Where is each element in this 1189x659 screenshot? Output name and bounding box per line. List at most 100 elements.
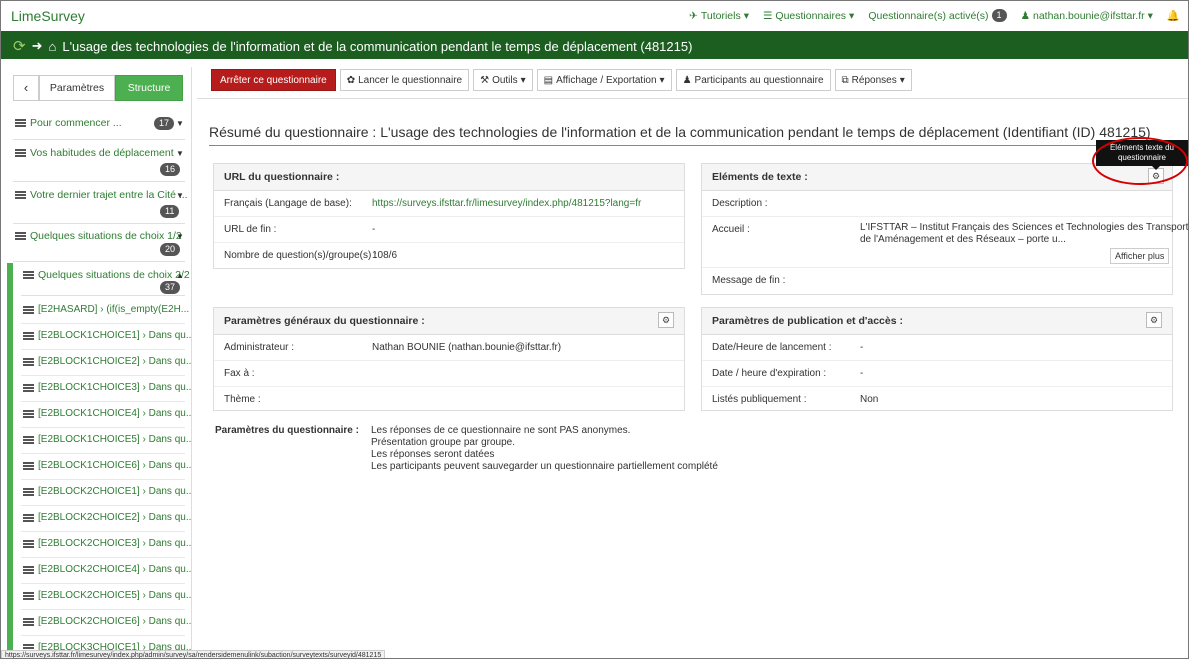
question-count-badge: 37 xyxy=(160,281,181,294)
row-key: Administrateur : xyxy=(224,342,295,353)
survey-toolbar: Arrêter ce questionnaire ✿ Lancer le ques… xyxy=(211,69,912,91)
drag-handle-icon[interactable] xyxy=(23,591,34,600)
question-label: [E2HASARD] › (if(is_empty(E2H... xyxy=(38,304,190,315)
question-group-item[interactable]: Quelques situations de choix 1/2 20 ▼ xyxy=(13,225,185,262)
drag-handle-icon[interactable] xyxy=(23,435,34,444)
question-item[interactable]: [E2BLOCK1CHOICE5] › Dans qu... xyxy=(21,427,191,454)
tools-dropdown[interactable]: ⚒ Outils ▾ xyxy=(473,69,533,91)
annotation-circle xyxy=(1092,137,1188,185)
caret-up-icon[interactable]: ▲ xyxy=(176,271,184,280)
drag-handle-icon[interactable] xyxy=(23,357,34,366)
caret-down-icon[interactable]: ▼ xyxy=(176,119,184,128)
active-surveys-badge: 1 xyxy=(991,9,1007,22)
panel-title: Paramètres généraux du questionnaire : xyxy=(224,315,425,327)
caret-down-icon[interactable]: ▼ xyxy=(176,232,184,241)
paper-plane-icon: ✈ xyxy=(689,9,698,22)
title-underline xyxy=(209,145,1171,146)
question-item[interactable]: [E2BLOCK1CHOICE3] › Dans qu... xyxy=(21,375,191,402)
user-icon: ♟ xyxy=(682,74,692,86)
question-label: [E2BLOCK1CHOICE6] › Dans qu... xyxy=(38,460,192,471)
url-row: Français (Langage de base): https://surve… xyxy=(214,191,684,217)
show-more-button[interactable]: Afficher plus xyxy=(1110,248,1170,264)
participants-button[interactable]: ♟ Participants au questionnaire xyxy=(675,69,831,91)
question-item[interactable]: [E2BLOCK2CHOICE2] › Dans qu... xyxy=(21,505,191,532)
responses-dropdown[interactable]: ⧉ Réponses ▾ xyxy=(834,69,912,91)
sidebar-tabs: ‹ Paramètres Structure xyxy=(13,75,183,101)
question-group-item[interactable]: Pour commencer ... 17 ▼ xyxy=(13,109,185,140)
toolbar-divider xyxy=(197,98,1188,99)
edit-publication-button[interactable]: ⚙ xyxy=(1146,312,1162,328)
question-item[interactable]: [E2BLOCK1CHOICE2] › Dans qu... xyxy=(21,349,191,376)
end-message-row: Message de fin : xyxy=(702,268,1172,293)
question-count-row: Nombre de question(s)/groupe(s) :108/6 xyxy=(214,243,684,268)
tutorials-menu[interactable]: ✈ Tutoriels ▾ xyxy=(689,9,749,22)
expiry-date-row: Date / heure d'expiration : - xyxy=(702,361,1172,387)
drag-handle-icon[interactable] xyxy=(23,539,34,548)
drag-handle-icon[interactable] xyxy=(23,513,34,522)
tab-settings[interactable]: Paramètres xyxy=(39,75,115,101)
survey-url-link[interactable]: https://surveys.ifsttar.fr/limesurvey/in… xyxy=(372,198,641,209)
question-group-item-active[interactable]: Quelques situations de choix 2/2 37 ▲ xyxy=(21,265,190,296)
drag-handle-icon[interactable] xyxy=(23,331,34,340)
question-group-item[interactable]: Vos habitudes de déplacement 16 ▼ xyxy=(13,141,185,182)
question-item[interactable]: [E2BLOCK2CHOICE4] › Dans qu... xyxy=(21,557,191,584)
panel-title: Eléments de texte : xyxy=(712,171,808,183)
drag-handle-icon[interactable] xyxy=(23,617,34,626)
question-label: [E2BLOCK2CHOICE6] › Dans qu... xyxy=(38,616,192,627)
launch-survey-button[interactable]: ✿ Lancer le questionnaire xyxy=(339,69,470,91)
brand-logo[interactable]: LimeSurvey xyxy=(11,8,85,24)
caret-down-icon[interactable]: ▼ xyxy=(176,191,184,200)
question-item[interactable]: [E2HASARD] › (if(is_empty(E2H... xyxy=(21,297,189,324)
active-surveys-link[interactable]: Questionnaire(s) activé(s) 1 xyxy=(868,9,1007,22)
question-item[interactable]: [E2BLOCK2CHOICE1] › Dans qu... xyxy=(21,479,191,506)
question-item[interactable]: [E2BLOCK2CHOICE6] › Dans qu... xyxy=(21,609,191,636)
question-item[interactable]: [E2BLOCK2CHOICE3] › Dans qu... xyxy=(21,531,191,558)
drag-handle-icon[interactable] xyxy=(15,149,26,157)
display-export-dropdown[interactable]: ▤ Affichage / Exportation ▾ xyxy=(536,69,672,91)
survey-title[interactable]: L'usage des technologies de l'informatio… xyxy=(62,39,692,54)
bell-icon[interactable]: 🔔 xyxy=(1167,9,1180,22)
drag-handle-icon[interactable] xyxy=(23,487,34,496)
question-label: [E2BLOCK1CHOICE1] › Dans qu... xyxy=(38,330,192,341)
top-navbar: LimeSurvey ✈ Tutoriels ▾ ☰ Questionnaire… xyxy=(1,1,1188,32)
drag-handle-icon[interactable] xyxy=(23,409,34,418)
surveys-menu[interactable]: ☰ Questionnaires ▾ xyxy=(763,9,854,22)
drag-handle-icon[interactable] xyxy=(15,232,26,240)
text-elements-panel: Eléments de texte : ⚙ Description : Accu… xyxy=(701,163,1188,295)
question-label: [E2BLOCK2CHOICE2] › Dans qu... xyxy=(38,512,192,523)
group-label: Votre dernier trajet entre la Cité ... xyxy=(30,189,188,201)
drag-handle-icon[interactable] xyxy=(23,271,34,279)
drag-handle-icon[interactable] xyxy=(23,305,34,314)
user-menu[interactable]: ♟ nathan.bounie@ifsttar.fr ▾ xyxy=(1021,9,1153,22)
caret-down-icon: ▾ xyxy=(659,74,665,86)
edit-general-settings-button[interactable]: ⚙ xyxy=(658,312,674,328)
row-key: Nombre de question(s)/groupe(s) : xyxy=(224,250,377,261)
survey-params-values: Les réponses de ce questionnaire ne sont… xyxy=(371,425,718,473)
caret-down-icon[interactable]: ▼ xyxy=(176,149,184,158)
drag-handle-icon[interactable] xyxy=(15,119,26,127)
drag-handle-icon[interactable] xyxy=(15,191,26,199)
collapse-sidebar-button[interactable]: ‹ xyxy=(13,75,39,101)
question-group-item[interactable]: Votre dernier trajet entre la Cité ... 1… xyxy=(13,183,188,224)
question-item[interactable]: [E2BLOCK1CHOICE6] › Dans qu... xyxy=(21,453,191,480)
question-item[interactable]: [E2BLOCK1CHOICE1] › Dans qu... xyxy=(21,323,191,350)
list-icon: ☰ xyxy=(763,9,773,22)
drag-handle-icon[interactable] xyxy=(23,383,34,392)
group-label: Vos habitudes de déplacement xyxy=(30,147,174,159)
admin-row: Administrateur : Nathan BOUNIE (nathan.bo… xyxy=(214,335,684,361)
stop-survey-button[interactable]: Arrêter ce questionnaire xyxy=(211,69,336,91)
question-label: [E2BLOCK2CHOICE4] › Dans qu... xyxy=(38,564,192,575)
question-item[interactable]: [E2BLOCK2CHOICE5] › Dans qu... xyxy=(21,583,191,610)
survey-param-line: Les réponses de ce questionnaire ne sont… xyxy=(371,425,631,436)
question-item[interactable]: [E2BLOCK1CHOICE4] › Dans qu... xyxy=(21,401,191,428)
drag-handle-icon[interactable] xyxy=(23,461,34,470)
row-key: Message de fin : xyxy=(712,275,786,286)
launch-date-row: Date/Heure de lancement : - xyxy=(702,335,1172,361)
home-icon[interactable]: ⌂ xyxy=(48,39,56,54)
group-label: Quelques situations de choix 2/2 xyxy=(38,269,190,281)
tab-structure[interactable]: Structure xyxy=(115,75,183,101)
drag-handle-icon[interactable] xyxy=(23,565,34,574)
welcome-text-line2: de l'Aménagement et des Réseaux – porte … xyxy=(860,234,1066,245)
panel-title: URL du questionnaire : xyxy=(224,171,340,183)
panel-header: Paramètres généraux du questionnaire : ⚙ xyxy=(214,308,684,335)
